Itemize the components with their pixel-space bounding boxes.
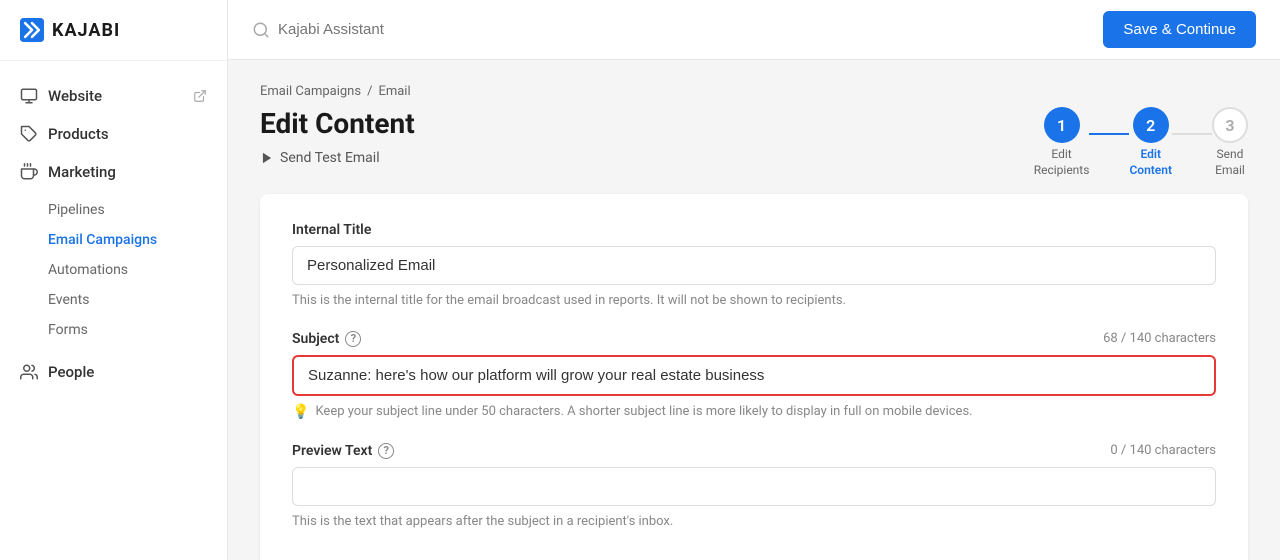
sidebar-item-email-campaigns[interactable]: Email Campaigns xyxy=(48,225,227,255)
internal-title-label: Internal Title xyxy=(292,222,1216,238)
kajabi-logo-icon xyxy=(20,18,44,42)
sidebar-item-automations[interactable]: Automations xyxy=(48,255,227,285)
subject-warning: 💡 Keep your subject line under 50 charac… xyxy=(292,402,1216,423)
preview-text-help-icon[interactable]: ? xyxy=(378,443,394,459)
preview-text-char-count: 0 / 140 characters xyxy=(1110,443,1216,458)
internal-title-hint: This is the internal title for the email… xyxy=(292,291,1216,311)
website-icon xyxy=(20,87,38,105)
page-title: Edit Content xyxy=(260,107,415,140)
preview-text-input[interactable] xyxy=(292,467,1216,506)
step-2-label: EditContent xyxy=(1129,147,1172,178)
step-2-circle: 2 xyxy=(1133,107,1169,143)
preview-text-label: Preview Text xyxy=(292,443,372,459)
sidebar-item-people[interactable]: People xyxy=(0,353,227,391)
nav: Website Products Marketing Pipelines Ema… xyxy=(0,61,227,560)
breadcrumb: Email Campaigns / Email xyxy=(260,84,1248,99)
send-test-label: Send Test Email xyxy=(280,150,380,166)
website-label: Website xyxy=(48,87,102,105)
step-3-circle: 3 xyxy=(1212,107,1248,143)
content-area: Email Campaigns / Email Edit Content Sen… xyxy=(228,60,1280,560)
topbar: Save & Continue xyxy=(228,0,1280,60)
search-area[interactable] xyxy=(252,21,478,39)
subject-group: Subject ? 68 / 140 characters 💡 Keep you… xyxy=(292,331,1216,423)
preview-text-hint: This is the text that appears after the … xyxy=(292,512,1216,532)
save-continue-button[interactable]: Save & Continue xyxy=(1103,11,1256,48)
form-card: Internal Title This is the internal titl… xyxy=(260,194,1248,560)
people-icon xyxy=(20,363,38,381)
search-icon xyxy=(252,21,270,39)
sidebar-item-forms[interactable]: Forms xyxy=(48,315,227,345)
preview-text-label-row: Preview Text ? 0 / 140 characters xyxy=(292,443,1216,459)
page-header-row: Edit Content Send Test Email 1 EditRecip… xyxy=(260,107,1248,178)
subject-label: Subject xyxy=(292,331,339,347)
sidebar-item-pipelines[interactable]: Pipelines xyxy=(48,195,227,225)
breadcrumb-current: Email xyxy=(378,84,410,99)
marketing-label: Marketing xyxy=(48,163,116,181)
step-3-label: SendEmail xyxy=(1215,147,1245,178)
marketing-icon xyxy=(20,163,38,181)
logo-area: KAJABI xyxy=(0,0,227,61)
products-icon xyxy=(20,125,38,143)
sidebar-item-website[interactable]: Website xyxy=(0,77,227,115)
step-1[interactable]: 1 EditRecipients xyxy=(1034,107,1090,178)
step-connector-2-3 xyxy=(1172,133,1212,135)
logo-text: KAJABI xyxy=(52,20,120,41)
sidebar-item-products[interactable]: Products xyxy=(0,115,227,153)
subject-label-left: Subject ? xyxy=(292,331,361,347)
sidebar-item-events[interactable]: Events xyxy=(48,285,227,315)
main-area: Save & Continue Email Campaigns / Email … xyxy=(228,0,1280,560)
preview-text-label-left: Preview Text ? xyxy=(292,443,394,459)
external-link-icon xyxy=(193,89,207,103)
subject-label-row: Subject ? 68 / 140 characters xyxy=(292,331,1216,347)
sidebar-item-marketing[interactable]: Marketing xyxy=(0,153,227,191)
step-1-circle: 1 xyxy=(1044,107,1080,143)
step-2[interactable]: 2 EditContent xyxy=(1129,107,1172,178)
subject-warning-text: Keep your subject line under 50 characte… xyxy=(315,402,972,422)
sidebar: KAJABI Website Products Marketing Pipeli… xyxy=(0,0,228,560)
page-title-section: Edit Content Send Test Email xyxy=(260,107,415,166)
breadcrumb-separator: / xyxy=(367,84,372,99)
stepper: 1 EditRecipients 2 EditContent 3 SendEma… xyxy=(1034,107,1248,178)
subject-input[interactable] xyxy=(292,355,1216,396)
bulb-icon: 💡 xyxy=(292,402,309,423)
people-label: People xyxy=(48,363,94,381)
internal-title-input[interactable] xyxy=(292,246,1216,285)
step-connector-1-2 xyxy=(1089,133,1129,135)
breadcrumb-parent[interactable]: Email Campaigns xyxy=(260,84,361,99)
marketing-subnav: Pipelines Email Campaigns Automations Ev… xyxy=(0,195,227,345)
preview-text-group: Preview Text ? 0 / 140 characters This i… xyxy=(292,443,1216,532)
send-test-icon xyxy=(260,151,274,165)
send-test-email-button[interactable]: Send Test Email xyxy=(260,150,415,166)
search-input[interactable] xyxy=(278,21,478,38)
step-1-label: EditRecipients xyxy=(1034,147,1090,178)
products-label: Products xyxy=(48,125,109,143)
step-3[interactable]: 3 SendEmail xyxy=(1212,107,1248,178)
subject-help-icon[interactable]: ? xyxy=(345,331,361,347)
internal-title-group: Internal Title This is the internal titl… xyxy=(292,222,1216,311)
subject-char-count: 68 / 140 characters xyxy=(1103,331,1216,346)
